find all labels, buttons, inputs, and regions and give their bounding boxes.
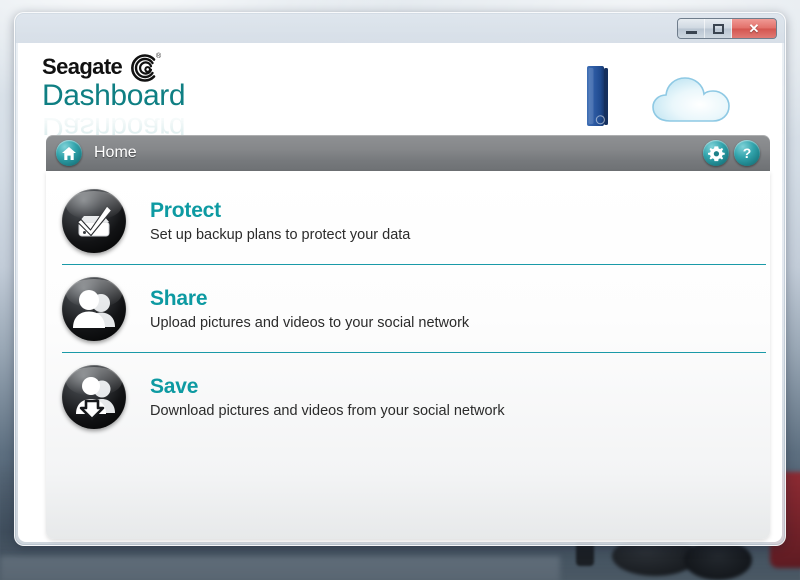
header-device-icons (584, 51, 740, 127)
menu-row-save[interactable]: Save Download pictures and videos from y… (46, 353, 770, 441)
people-download-arrow-icon (62, 365, 126, 429)
menu-row-title: Protect (150, 199, 221, 222)
close-button[interactable]: ✕ (732, 19, 776, 38)
house-glyph (62, 146, 76, 160)
navbar-actions: ? (703, 140, 760, 166)
menu-row-text: Share Upload pictures and videos to your… (150, 287, 469, 331)
maximize-button[interactable] (705, 19, 732, 38)
menu-row-title: Save (150, 375, 199, 398)
two-people-icon (62, 277, 126, 341)
menu-row-text: Save Download pictures and videos from y… (150, 375, 505, 419)
page-title: Home (94, 144, 137, 161)
close-icon: ✕ (748, 21, 760, 36)
product-name: Dashboard (42, 79, 186, 112)
menu-row-text: Protect Set up backup plans to protect y… (150, 199, 410, 243)
cloud-icon (650, 71, 740, 127)
seagate-swirl-icon: ® (124, 53, 162, 83)
external-hard-drive-icon (584, 65, 610, 127)
seagate-dashboard-logo: Seagate ® Dashboard Dashboard (42, 53, 186, 135)
menu-row-protect[interactable]: Protect Set up backup plans to protect y… (46, 177, 770, 265)
application-window: ✕ Seagate ® Dashboard Dashboard Home ? P… (14, 12, 786, 546)
backup-drive-check-icon (62, 189, 126, 253)
help-icon[interactable]: ? (734, 140, 760, 166)
svg-text:?: ? (743, 145, 752, 161)
minimize-icon (685, 30, 697, 34)
question-mark-glyph: ? (743, 145, 752, 161)
registered-mark: ® (156, 53, 162, 60)
home-icon[interactable] (56, 140, 82, 166)
app-surface: Seagate ® Dashboard Dashboard Home ? Pro… (18, 43, 782, 542)
brand-row: Seagate ® (42, 53, 185, 83)
menu-row-description: Set up backup plans to protect your data (150, 227, 411, 243)
product-name-reflection: Dashboard (42, 111, 186, 135)
content-panel: Protect Set up backup plans to protect y… (46, 171, 770, 539)
wallpaper-road (0, 556, 560, 580)
menu-row-share[interactable]: Share Upload pictures and videos to your… (46, 265, 770, 353)
minimize-button[interactable] (678, 19, 705, 38)
menu-row-description: Upload pictures and videos to your socia… (150, 315, 470, 331)
menu-row-title: Share (150, 287, 208, 310)
wallpaper-object-dark-right (684, 540, 752, 580)
panel-empty-space (46, 441, 770, 541)
window-titlebar[interactable]: ✕ (15, 13, 785, 43)
gear-icon[interactable] (703, 140, 729, 166)
gear-glyph (707, 145, 725, 161)
menu-row-description: Download pictures and videos from your s… (150, 403, 505, 419)
app-header: Seagate ® Dashboard Dashboard (18, 43, 782, 135)
navigation-bar: Home ? (46, 135, 770, 171)
window-controls: ✕ (677, 18, 777, 39)
brand-name: Seagate (42, 54, 123, 79)
maximize-icon (712, 23, 724, 34)
